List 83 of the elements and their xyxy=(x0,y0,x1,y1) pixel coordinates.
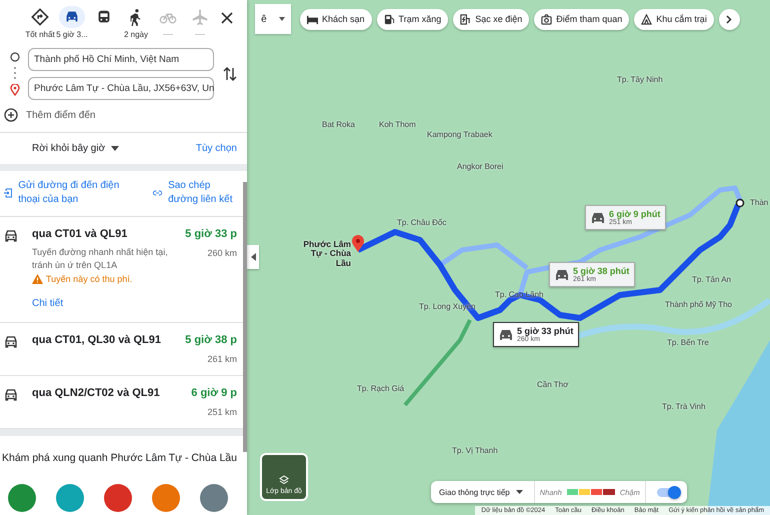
place-label: Kampong Trabaek xyxy=(427,130,492,139)
location-pin-icon xyxy=(10,84,20,96)
place-label: Tp. Trà Vinh xyxy=(662,402,706,411)
dotted-line-icon xyxy=(14,66,16,80)
search-box[interactable]: ê xyxy=(255,4,291,34)
destination-label: Phước Lâm Tự - Chùa Lầu xyxy=(302,240,351,268)
destination-field[interactable]: Phước Lâm Tự - Chùa Lầu, JX56+63V, Un xyxy=(28,77,214,100)
route-duration: 6 giờ 9 p xyxy=(190,387,237,400)
caret-icon xyxy=(278,17,285,21)
car-icon xyxy=(555,268,569,280)
route-name: qua QLN2/CT02 và QL91 xyxy=(32,387,161,400)
options-link[interactable]: Tùy chọn xyxy=(196,143,237,154)
map-area[interactable] xyxy=(247,0,770,515)
place-label: Tp. Tân An xyxy=(692,275,731,284)
best-mode-tab[interactable]: Tốt nhất xyxy=(24,6,56,39)
explore-category-button[interactable] xyxy=(104,484,132,512)
left-triangle-icon xyxy=(250,253,256,261)
route-distance: 260 km xyxy=(206,248,237,258)
route-duration: 5 giờ 33 p xyxy=(184,228,237,240)
route-duration: 5 giờ 38 p xyxy=(184,334,237,346)
origin-circle-icon xyxy=(10,52,20,62)
link-icon xyxy=(153,189,162,197)
place-label: Thàn xyxy=(750,198,768,207)
traffic-toggle[interactable] xyxy=(656,488,679,496)
route-description: Tuyến đường nhanh nhất hiện tại, tránh ùn ứ trên QL1A xyxy=(32,246,169,272)
bed-icon xyxy=(307,14,318,24)
scrollbar[interactable] xyxy=(243,182,247,452)
place-label: Cần Thơ xyxy=(537,380,568,389)
route-distance: 261 km xyxy=(206,354,237,364)
toll-warning: Tuyến này có thu phí. xyxy=(46,274,132,284)
place-label: Tp. Tây Ninh xyxy=(617,75,663,84)
car-icon xyxy=(4,389,18,402)
send-to-phone-button[interactable]: Gửi đường đi đến điện thoại của bạn xyxy=(4,179,130,207)
category-chip[interactable]: Khách sạn xyxy=(300,8,372,30)
next-chevron-icon[interactable] xyxy=(718,8,740,30)
swap-arrows-icon[interactable] xyxy=(223,66,237,82)
copy-link-button[interactable]: Sao chép đường liên kết xyxy=(153,179,239,207)
details-link[interactable]: Chi tiết xyxy=(32,298,64,310)
caret-icon xyxy=(516,490,523,494)
route-name: qua CT01 và QL91 xyxy=(32,228,128,240)
layers-icon xyxy=(279,475,289,485)
route-distance: 251 km xyxy=(206,407,237,418)
place-label: Tp. Vị Thanh xyxy=(452,446,498,455)
origin-field[interactable]: Thành phố Hồ Chí Minh, Việt Nam xyxy=(28,48,214,71)
explore-category-button[interactable] xyxy=(152,484,180,512)
category-chip[interactable]: Điểm tham quan xyxy=(534,8,630,30)
send-to-device-icon xyxy=(4,186,12,200)
close-icon[interactable] xyxy=(220,11,234,25)
place-label: Tp. Bến Tre xyxy=(667,338,709,347)
fuel-pump-icon xyxy=(384,14,395,24)
place-label: Koh Thom xyxy=(379,120,416,129)
add-circle-icon[interactable] xyxy=(4,108,18,122)
route-name: qua CT01, QL30 và QL91 xyxy=(32,334,162,346)
car-icon xyxy=(4,230,18,242)
place-label: Bat Roka xyxy=(322,120,355,129)
category-chip[interactable]: Khu cắm trại xyxy=(634,8,714,30)
place-label: Tp. Rạch Giá xyxy=(357,384,404,393)
charging-station-icon xyxy=(460,14,472,24)
car-icon xyxy=(4,336,18,348)
category-chip[interactable]: Sạc xe điện xyxy=(453,8,530,30)
explore-category-button[interactable] xyxy=(200,484,228,512)
collapse-panel-button[interactable] xyxy=(247,245,259,269)
place-label: Thành phố Mỹ Tho xyxy=(665,300,732,309)
place-label: Angkor Borei xyxy=(457,162,504,171)
warning-icon xyxy=(32,274,43,284)
walk-mode-tab[interactable]: 2 ngày xyxy=(120,6,152,39)
car-icon xyxy=(591,212,605,224)
explore-heading: Khám phá xung quanh Phước Lâm Tự - Chùa Lầu xyxy=(1,451,238,464)
airplane-icon xyxy=(191,8,209,26)
traffic-dropdown[interactable]: Giao thông trực tiếp xyxy=(439,488,523,496)
category-chip[interactable]: Trạm xăng xyxy=(376,8,448,30)
origin-marker-icon xyxy=(736,198,744,208)
tent-icon xyxy=(641,14,652,24)
car-icon xyxy=(499,328,513,340)
destination-pin-icon xyxy=(352,235,364,252)
explore-category-button[interactable] xyxy=(8,484,36,512)
explore-category-button[interactable] xyxy=(56,484,84,512)
place-label: Tp. Châu Đốc xyxy=(397,218,446,227)
camera-icon xyxy=(541,14,552,24)
caret-icon xyxy=(111,146,120,151)
traffic-color-scale xyxy=(566,489,615,495)
depart-time-dropdown[interactable]: Rời khỏi bây giờ xyxy=(32,143,120,154)
diamond-arrow-icon xyxy=(31,8,49,26)
